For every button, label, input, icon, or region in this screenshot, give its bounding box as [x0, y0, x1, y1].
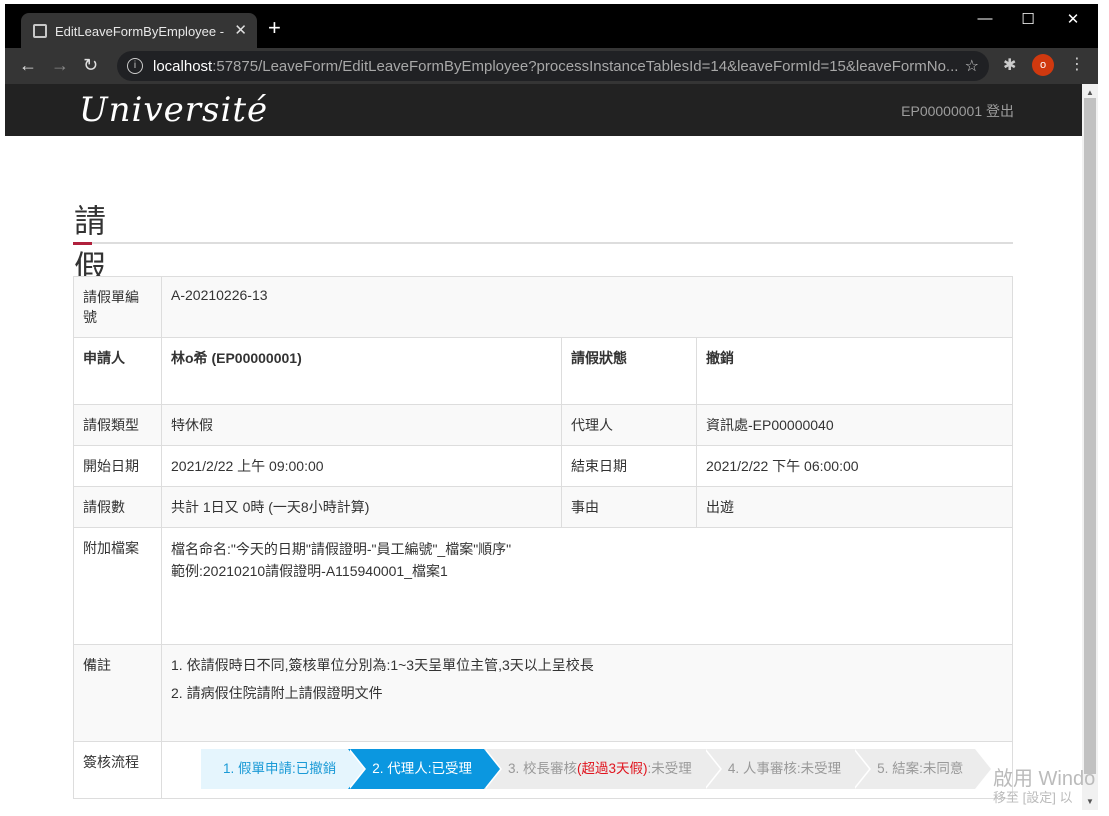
user-info: EP00000001 登出: [901, 101, 1014, 121]
agent-value: 資訊處-EP00000040: [696, 404, 1013, 446]
address-bar[interactable]: i localhost:57875/LeaveForm/EditLeaveFor…: [117, 51, 989, 81]
step-4-hr: 4. 人事審核:未受理: [703, 749, 872, 789]
form-no-label: 請假單編號: [73, 276, 162, 338]
new-tab-button[interactable]: +: [268, 17, 281, 39]
status-label: 請假狀態: [561, 337, 697, 405]
title-accent: [73, 242, 92, 245]
start-date-label: 開始日期: [73, 445, 162, 487]
table-row: 請假數 共計 1日又 0時 (一天8小時計算) 事由 出遊: [73, 486, 1013, 528]
site-navbar: Université EP00000001 登出: [5, 84, 1082, 136]
step-3-principal: 3. 校長審核(超過3天假):未受理: [484, 749, 722, 789]
table-row: 開始日期 2021/2/22 上午 09:00:00 結束日期 2021/2/2…: [73, 445, 1013, 487]
url-text[interactable]: localhost:57875/LeaveForm/EditLeaveFormB…: [153, 58, 958, 75]
window-close-icon[interactable]: ✕: [1058, 10, 1088, 28]
flow-label: 簽核流程: [73, 741, 162, 799]
scroll-up-icon[interactable]: ▲: [1086, 88, 1094, 97]
leave-type-label: 請假類型: [73, 404, 162, 446]
attachment-cell: 檔名命名:"今天的日期"請假證明-"員工編號"_檔案"順序" 範例:202102…: [161, 527, 1013, 645]
browser-toolbar: ← → ↻ i localhost:57875/LeaveForm/EditLe…: [5, 48, 1098, 84]
table-row: 附加檔案 檔名命名:"今天的日期"請假證明-"員工編號"_檔案"順序" 範例:2…: [73, 527, 1013, 645]
applicant-label: 申請人: [73, 337, 162, 405]
agent-label: 代理人: [561, 404, 697, 446]
reload-icon[interactable]: ↻: [83, 55, 98, 76]
bookmark-star-icon[interactable]: ☆: [965, 56, 979, 76]
form-no-value: A-20210226-13: [161, 276, 1013, 338]
table-row: 備註 1. 依請假時日不同,簽核單位分別為:1~3天呈單位主管,3天以上呈校長 …: [73, 644, 1013, 742]
windows-activation-subtext: 移至 [設定] 以: [993, 790, 1073, 805]
maximize-icon[interactable]: ☐: [1013, 10, 1043, 28]
step-3-title: 3. 校長審核: [508, 761, 578, 776]
close-tab-icon[interactable]: ✕: [234, 21, 247, 39]
table-row: 申請人 林o希 (EP00000001) 請假狀態 撤銷: [73, 337, 1013, 405]
remark-line-1: 1. 依請假時日不同,簽核單位分別為:1~3天呈單位主管,3天以上呈校長: [171, 657, 594, 673]
kebab-menu-icon[interactable]: ⋮: [1069, 54, 1085, 74]
approval-steps: 1. 假單申請:已撤銷 2. 代理人:已受理 3. 校長審核(超過3天假):未受…: [201, 749, 1012, 789]
reason-label: 事由: [561, 486, 697, 528]
forward-icon[interactable]: →: [51, 55, 69, 76]
leave-form-table: 請假單編號 A-20210226-13 申請人 林o希 (EP00000001)…: [73, 276, 1013, 799]
status-value: 撤銷: [696, 337, 1013, 405]
applicant-value: 林o希 (EP00000001): [161, 337, 562, 405]
step-5-closure: 5. 結案:未同意: [853, 749, 994, 789]
scroll-thumb[interactable]: [1084, 98, 1096, 774]
url-path: :57875/LeaveForm/EditLeaveFormByEmployee…: [212, 58, 959, 75]
step-3-status: :未受理: [647, 761, 692, 776]
info-icon[interactable]: i: [127, 58, 143, 74]
table-row: 請假單編號 A-20210226-13: [73, 276, 1013, 338]
step-3-warning: (超過3天假): [577, 761, 648, 776]
attachment-example: 範例:20210210請假證明-A115940001_檔案1: [171, 563, 448, 579]
back-icon[interactable]: ←: [19, 55, 37, 76]
browser-tab[interactable]: EditLeaveFormByEmployee - M ✕: [21, 13, 257, 49]
remark-line-2: 2. 請病假住院請附上請假證明文件: [171, 685, 383, 701]
remark-cell: 1. 依請假時日不同,簽核單位分別為:1~3天呈單位主管,3天以上呈校長 2. …: [161, 644, 1013, 742]
step-2-agent: 2. 代理人:已受理: [348, 749, 502, 789]
end-date-label: 結束日期: [561, 445, 697, 487]
attachment-label: 附加檔案: [73, 527, 162, 645]
end-date-value: 2021/2/22 下午 06:00:00: [696, 445, 1013, 487]
scroll-down-icon[interactable]: ▼: [1086, 797, 1094, 806]
title-divider: [73, 242, 1013, 244]
days-value: 共計 1日又 0時 (一天8小時計算): [161, 486, 562, 528]
brand-logo[interactable]: Université: [79, 90, 268, 130]
screen: EditLeaveFormByEmployee - M ✕ + — ☐ ✕ ← …: [0, 0, 1109, 816]
attachment-naming-rule: 檔名命名:"今天的日期"請假證明-"員工編號"_檔案"順序": [171, 541, 512, 557]
page-scrollbar[interactable]: ▲ ▼: [1082, 84, 1098, 810]
profile-avatar[interactable]: o: [1032, 54, 1054, 76]
reason-value: 出遊: [696, 486, 1013, 528]
logout-link[interactable]: 登出: [986, 103, 1014, 119]
url-host: localhost: [153, 58, 213, 75]
days-label: 請假數: [73, 486, 162, 528]
browser-chrome: EditLeaveFormByEmployee - M ✕ + — ☐ ✕ ← …: [5, 4, 1098, 84]
flow-cell: 1. 假單申請:已撤銷 2. 代理人:已受理 3. 校長審核(超過3天假):未受…: [161, 741, 1013, 799]
extensions-icon[interactable]: ✱: [1003, 55, 1016, 75]
page-icon: [33, 24, 47, 38]
remark-label: 備註: [73, 644, 162, 742]
user-id: EP00000001: [901, 103, 983, 119]
table-row: 簽核流程 1. 假單申請:已撤銷 2. 代理人:已受理 3. 校長審核(超過3天…: [73, 741, 1013, 799]
leave-type-value: 特休假: [161, 404, 562, 446]
step-1-application: 1. 假單申請:已撤銷: [201, 749, 367, 789]
table-row: 請假類型 特休假 代理人 資訊處-EP00000040: [73, 404, 1013, 446]
start-date-value: 2021/2/22 上午 09:00:00: [161, 445, 562, 487]
tab-title: EditLeaveFormByEmployee - M: [55, 24, 225, 39]
minimize-icon[interactable]: —: [970, 10, 1000, 27]
